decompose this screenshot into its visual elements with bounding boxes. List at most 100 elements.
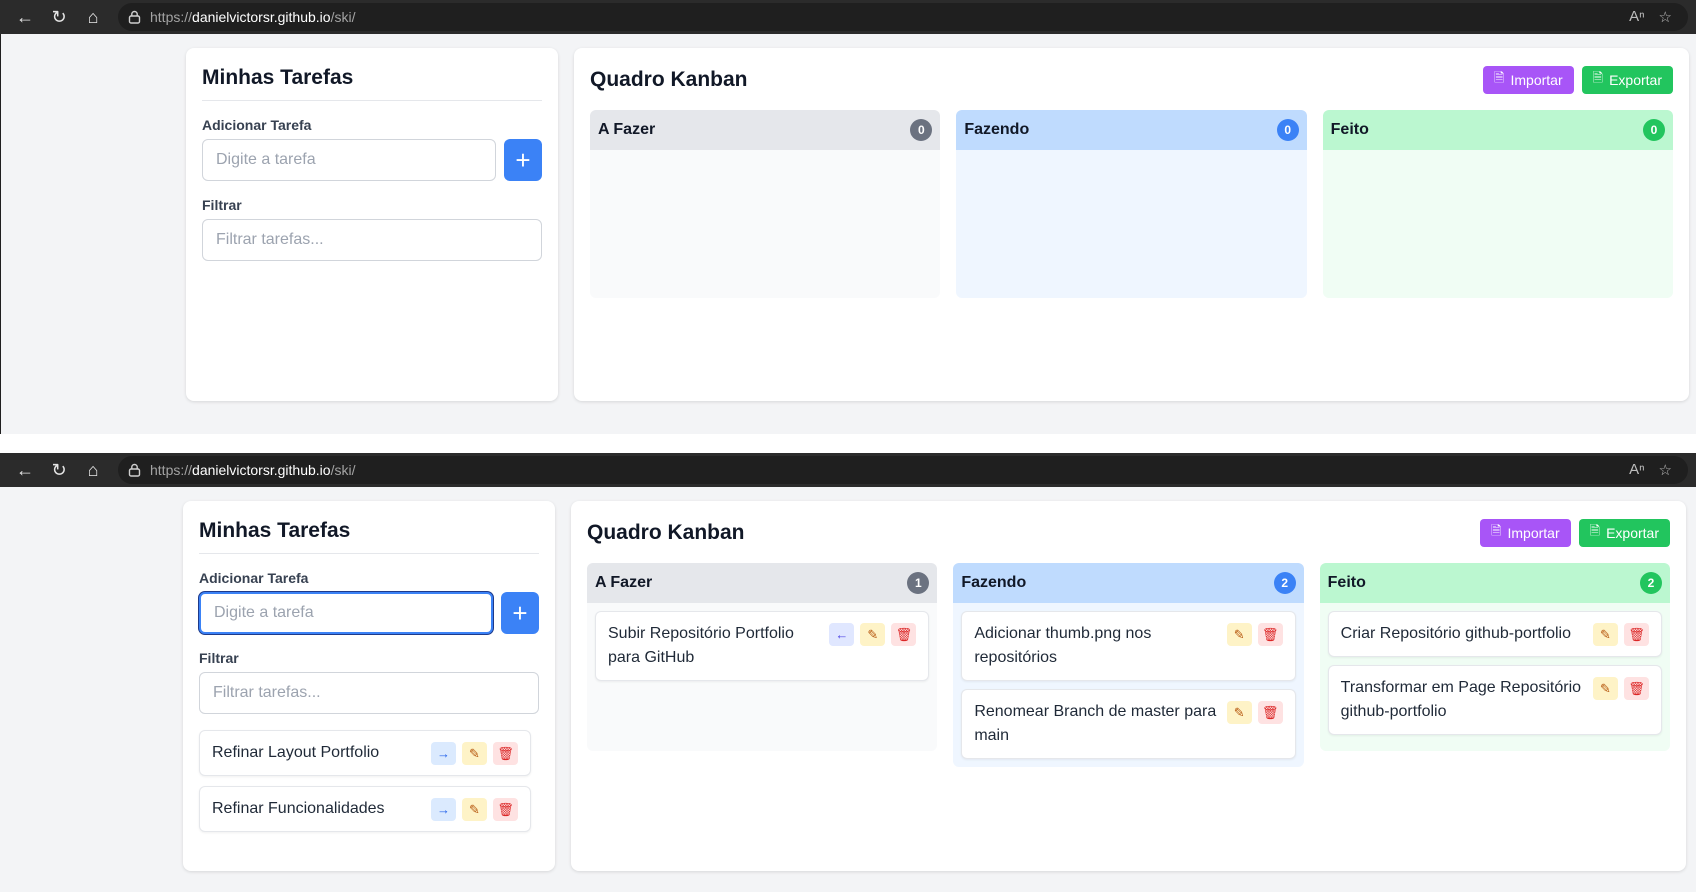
trash-icon[interactable]: 🗑 — [1257, 701, 1283, 724]
column-title: A Fazer — [598, 121, 656, 138]
url-text: https://danielvictorsr.github.io/ski/ — [150, 9, 1629, 25]
tasks-panel-title: Minhas Tarefas — [199, 519, 351, 542]
screenshot-filled-board: ← ↻ ⌂ https://danielvictorsr.github.io/s… — [0, 453, 1696, 892]
trash-icon[interactable]: 🗑 — [1623, 677, 1649, 700]
task-text: Refinar Funcionalidades — [212, 800, 385, 817]
address-bar[interactable]: https://danielvictorsr.github.io/ski/ Aⁿ… — [118, 3, 1688, 31]
edit-icon[interactable]: ✎ — [462, 742, 487, 765]
kanban-panel: Quadro Kanban 🗎 Importar 🗎 Exportar A Faze… — [574, 48, 1689, 401]
kanban-title: Quadro Kanban — [590, 68, 748, 91]
filter-input[interactable]: Filtrar tarefas... — [202, 219, 542, 261]
screenshot-separator — [0, 434, 1696, 453]
task-text: Criar Repositório github-portfolio — [1340, 625, 1571, 642]
back-icon[interactable]: ← — [8, 456, 42, 484]
read-aloud-icon[interactable]: Aⁿ — [1629, 8, 1644, 26]
url-host: danielvictorsr.github.io — [192, 9, 331, 25]
file-export-icon: 🗎 — [1592, 70, 1604, 85]
column-doing: Fazendo 2 Adicionar thumb.png nos reposit… — [953, 563, 1304, 767]
trash-icon[interactable]: 🗑 — [1623, 623, 1649, 646]
edit-icon[interactable]: ✎ — [860, 623, 886, 646]
edit-icon[interactable]: ✎ — [1226, 623, 1252, 646]
add-task-input[interactable]: Digite a tarefa — [199, 592, 493, 634]
filter-input[interactable]: Filtrar tarefas... — [199, 672, 539, 714]
add-task-input[interactable]: Digite a tarefa — [202, 139, 496, 181]
trash-icon[interactable]: 🗑 — [493, 742, 518, 765]
tasks-panel: Minhas Tarefas Adicionar Tarefa Digite a… — [186, 48, 558, 401]
unassigned-task-list: Refinar Layout Portfolio → ✎ 🗑 Refinar F… — [199, 730, 531, 832]
column-dropzone[interactable] — [590, 150, 941, 298]
edit-icon[interactable]: ✎ — [1226, 701, 1252, 724]
column-dropzone[interactable] — [1322, 150, 1673, 298]
home-icon[interactable]: ⌂ — [76, 3, 110, 31]
url-prefix: https:// — [150, 9, 193, 25]
filter-label: Filtrar — [202, 197, 242, 213]
export-button[interactable]: 🗎 Exportar — [1581, 66, 1673, 94]
tasks-panel: Minhas Tarefas Adicionar Tarefa Digite a… — [183, 501, 555, 871]
import-label: Importar — [1507, 525, 1560, 541]
page-viewport: Minhas Tarefas Adicionar Tarefa Digite a… — [0, 487, 1696, 892]
favorite-star-icon[interactable]: ☆ — [1659, 461, 1672, 479]
arrow-left-icon[interactable]: ← — [829, 623, 855, 646]
task-text: Refinar Layout Portfolio — [212, 744, 380, 761]
task-text: Adicionar thumb.png nos repositórios — [974, 625, 1152, 666]
column-count-badge: 0 — [1276, 119, 1299, 141]
trash-icon[interactable]: 🗑 — [493, 798, 518, 821]
column-dropzone[interactable] — [956, 150, 1307, 298]
kanban-title: Quadro Kanban — [587, 521, 745, 544]
arrow-right-icon[interactable]: → — [431, 742, 456, 765]
column-count-badge: 2 — [1273, 572, 1296, 594]
file-import-icon: 🗎 — [1491, 523, 1502, 538]
column-title: Fazendo — [964, 121, 1030, 138]
add-task-button[interactable]: + — [501, 592, 539, 634]
import-button[interactable]: 🗎 Importar — [1483, 66, 1574, 94]
column-dropzone[interactable]: Criar Repositório github-portfolio ✎ 🗑 T… — [1319, 603, 1670, 751]
task-card[interactable]: Adicionar thumb.png nos repositórios ✎ 🗑 — [961, 611, 1296, 681]
task-card[interactable]: Refinar Layout Portfolio → ✎ 🗑 — [199, 730, 531, 776]
url-path: /ski/ — [330, 462, 356, 478]
task-card[interactable]: Transformar em Page Repositório github-p… — [1327, 665, 1662, 735]
task-card[interactable]: Subir Repositório Portfolio para GitHub … — [595, 611, 930, 681]
arrow-right-icon[interactable]: → — [431, 798, 456, 821]
reload-icon[interactable]: ↻ — [42, 3, 76, 31]
browser-toolbar: ← ↻ ⌂ https://danielvictorsr.github.io/s… — [0, 0, 1696, 34]
read-aloud-icon[interactable]: Aⁿ — [1629, 461, 1644, 479]
export-label: Exportar — [1606, 525, 1659, 541]
back-icon[interactable]: ← — [8, 3, 42, 31]
task-card[interactable]: Renomear Branch de master para main ✎ 🗑 — [961, 689, 1296, 759]
tasks-panel-title: Minhas Tarefas — [202, 66, 354, 89]
column-count-badge: 0 — [910, 119, 933, 141]
home-icon[interactable]: ⌂ — [76, 456, 110, 484]
trash-icon[interactable]: 🗑 — [891, 623, 917, 646]
trash-icon[interactable]: 🗑 — [1257, 623, 1283, 646]
edit-icon[interactable]: ✎ — [1592, 677, 1618, 700]
page-viewport: Minhas Tarefas Adicionar Tarefa Digite a… — [0, 34, 1696, 434]
file-import-icon: 🗎 — [1494, 70, 1505, 85]
add-task-button[interactable]: + — [504, 139, 542, 181]
edit-icon[interactable]: ✎ — [462, 798, 487, 821]
address-bar[interactable]: https://danielvictorsr.github.io/ski/ Aⁿ… — [118, 456, 1688, 484]
task-card[interactable]: Refinar Funcionalidades → ✎ 🗑 — [199, 786, 531, 832]
browser-toolbar: ← ↻ ⌂ https://danielvictorsr.github.io/s… — [0, 453, 1696, 487]
url-text: https://danielvictorsr.github.io/ski/ — [150, 462, 1629, 478]
column-doing: Fazendo 0 — [956, 110, 1307, 298]
add-task-label: Adicionar Tarefa — [199, 570, 309, 586]
task-card[interactable]: Criar Repositório github-portfolio ✎ 🗑 — [1327, 611, 1662, 657]
column-count-badge: 2 — [1639, 572, 1662, 594]
file-export-icon: 🗎 — [1589, 523, 1601, 538]
column-title: Feito — [1327, 574, 1366, 591]
reload-icon[interactable]: ↻ — [42, 456, 76, 484]
filter-label: Filtrar — [199, 650, 239, 666]
column-count-badge: 0 — [1642, 119, 1665, 141]
column-title: A Fazer — [595, 574, 653, 591]
column-title: Fazendo — [961, 574, 1027, 591]
import-button[interactable]: 🗎 Importar — [1480, 519, 1571, 547]
column-dropzone[interactable]: Subir Repositório Portfolio para GitHub … — [587, 603, 938, 751]
column-title: Feito — [1330, 121, 1369, 138]
edit-icon[interactable]: ✎ — [1592, 623, 1618, 646]
column-dropzone[interactable]: Adicionar thumb.png nos repositórios ✎ 🗑… — [953, 603, 1304, 767]
column-todo: A Fazer 0 — [590, 110, 941, 298]
url-prefix: https:// — [150, 462, 193, 478]
favorite-star-icon[interactable]: ☆ — [1659, 8, 1672, 26]
task-text: Renomear Branch de master para main — [974, 703, 1217, 744]
export-button[interactable]: 🗎 Exportar — [1578, 519, 1670, 547]
